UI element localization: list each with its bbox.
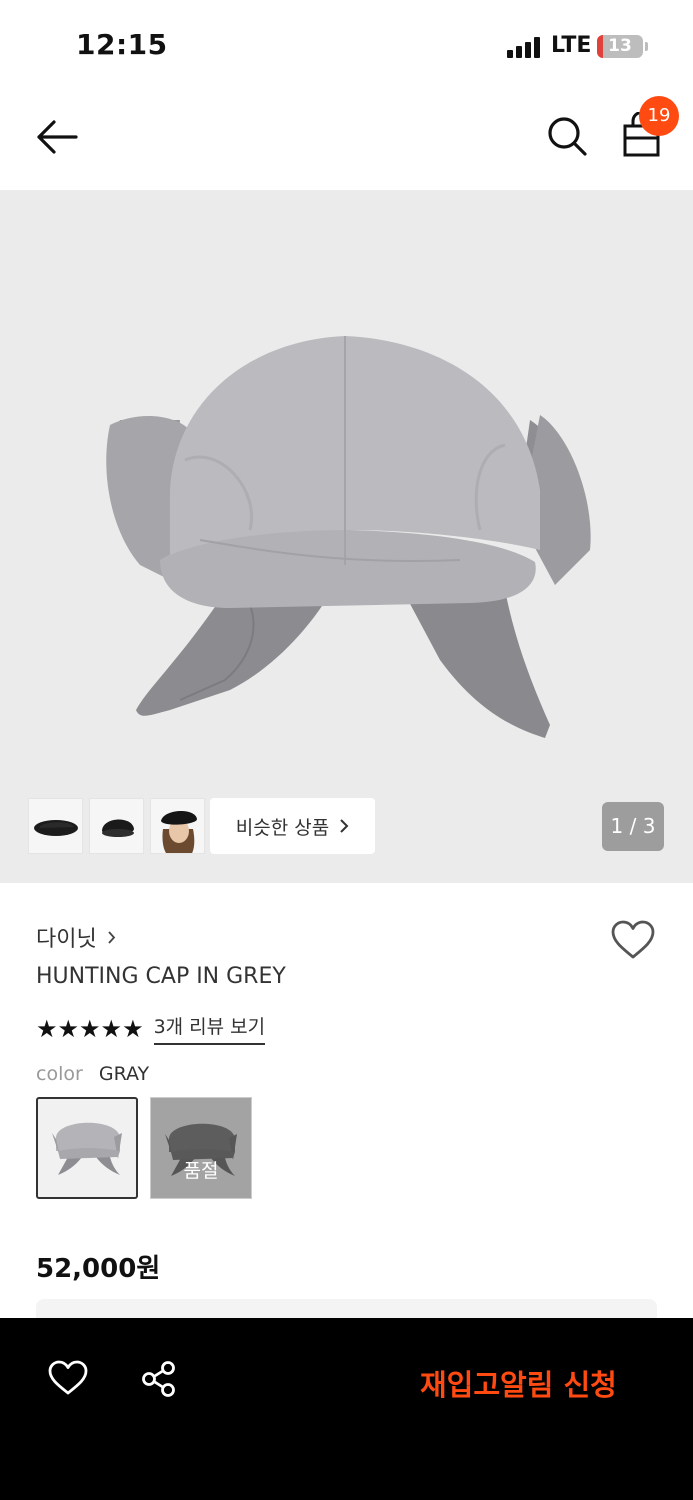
status-time: 12:15 — [76, 28, 168, 61]
thumbnail-3[interactable] — [150, 798, 205, 854]
status-bar: 12:15 LTE 13 — [0, 0, 693, 90]
thumbnail-2[interactable] — [89, 798, 144, 854]
battery-level: 13 — [608, 36, 632, 56]
cart-count-badge: 19 — [639, 96, 679, 136]
brand-link[interactable]: 다이닛 — [36, 921, 116, 953]
color-swatch-charcoal[interactable]: 품절 — [150, 1097, 252, 1199]
share-icon[interactable] — [140, 1360, 178, 1398]
arrow-left-icon[interactable] — [34, 116, 80, 158]
thumbnail-strip — [28, 798, 205, 854]
like-heart-icon[interactable] — [48, 1360, 88, 1396]
sold-out-label: 품절 — [183, 1160, 219, 1182]
wishlist-heart-icon[interactable] — [610, 920, 656, 960]
product-price: 52,000원 — [36, 1254, 161, 1284]
black-cap-side-thumbnail — [102, 819, 134, 837]
similar-products-label: 비슷한 상품 — [235, 816, 330, 839]
black-cap-thumbnail — [34, 820, 78, 836]
color-row: color GRAY — [36, 1063, 149, 1085]
rating-row: ★★★★★ 3개 리뷰 보기 — [36, 1012, 266, 1045]
chevron-right-icon — [340, 819, 349, 833]
similar-products-button[interactable]: 비슷한 상품 — [210, 798, 375, 854]
color-swatch-gray[interactable] — [36, 1097, 138, 1199]
thumbnail-1[interactable] — [28, 798, 83, 854]
bottom-action-bar: 재입고알림 신청 — [0, 1318, 693, 1500]
top-nav — [0, 90, 693, 190]
gray-cap-swatch-image — [52, 1122, 122, 1175]
restock-alert-button[interactable]: 재입고알림 신청 — [420, 1362, 617, 1404]
brand-name: 다이닛 — [36, 927, 97, 952]
battery-cap — [645, 42, 648, 51]
color-label: color — [36, 1063, 83, 1085]
search-icon[interactable] — [545, 114, 589, 158]
signal-icon — [507, 36, 543, 58]
product-image — [106, 336, 591, 738]
page-indicator: 1 / 3 — [602, 802, 664, 851]
sold-out-overlay — [151, 1098, 251, 1198]
product-image-carousel[interactable]: 비슷한 상품 1 / 3 — [0, 190, 693, 883]
model-wearing-cap-thumbnail — [161, 810, 197, 853]
rating-stars: ★★★★★ — [36, 1014, 144, 1043]
product-title: HUNTING CAP IN GREY — [36, 964, 286, 989]
battery-icon: 13 — [597, 35, 643, 58]
chevron-right-icon — [108, 930, 115, 944]
network-type: LTE — [551, 33, 592, 58]
review-link[interactable]: 3개 리뷰 보기 — [153, 1012, 266, 1045]
color-value: GRAY — [98, 1063, 150, 1085]
